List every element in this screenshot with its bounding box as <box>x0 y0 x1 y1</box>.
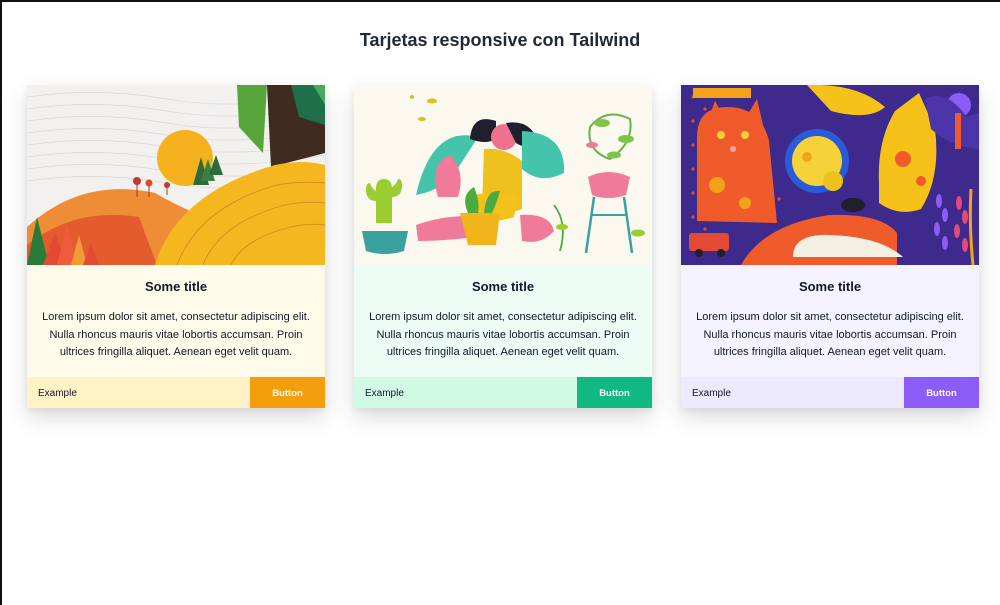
window-border-top <box>0 0 1000 2</box>
card-image-cats <box>681 85 979 265</box>
card-body: Some title Lorem ipsum dolor sit amet, c… <box>681 265 979 377</box>
card-body: Some title Lorem ipsum dolor sit amet, c… <box>354 265 652 377</box>
page-title: Tarjetas responsive con Tailwind <box>359 30 641 50</box>
card-image-plants <box>354 85 652 265</box>
card-1: Some title Lorem ipsum dolor sit amet, c… <box>27 85 325 408</box>
card-button[interactable]: Button <box>577 377 652 408</box>
card-title: Some title <box>471 279 535 294</box>
card-2: Some title Lorem ipsum dolor sit amet, c… <box>354 85 652 408</box>
card-3: Some title Lorem ipsum dolor sit amet, c… <box>681 85 979 408</box>
window-border-left <box>0 0 2 605</box>
card-button[interactable]: Button <box>904 377 979 408</box>
card-footer-label: Example <box>27 377 250 408</box>
card-footer-label: Example <box>354 377 577 408</box>
card-footer: Example Button <box>354 377 652 408</box>
card-description: Lorem ipsum dolor sit amet, consectetur … <box>369 311 637 358</box>
card-footer-label: Example <box>681 377 904 408</box>
card-title: Some title <box>798 279 862 294</box>
card-button[interactable]: Button <box>250 377 325 408</box>
card-description: Lorem ipsum dolor sit amet, consectetur … <box>42 311 310 358</box>
card-footer: Example Button <box>681 377 979 408</box>
card-description: Lorem ipsum dolor sit amet, consectetur … <box>696 311 964 358</box>
card-body: Some title Lorem ipsum dolor sit amet, c… <box>27 265 325 377</box>
card-title: Some title <box>144 279 208 294</box>
card-footer: Example Button <box>27 377 325 408</box>
card-image-landscape <box>27 85 325 265</box>
